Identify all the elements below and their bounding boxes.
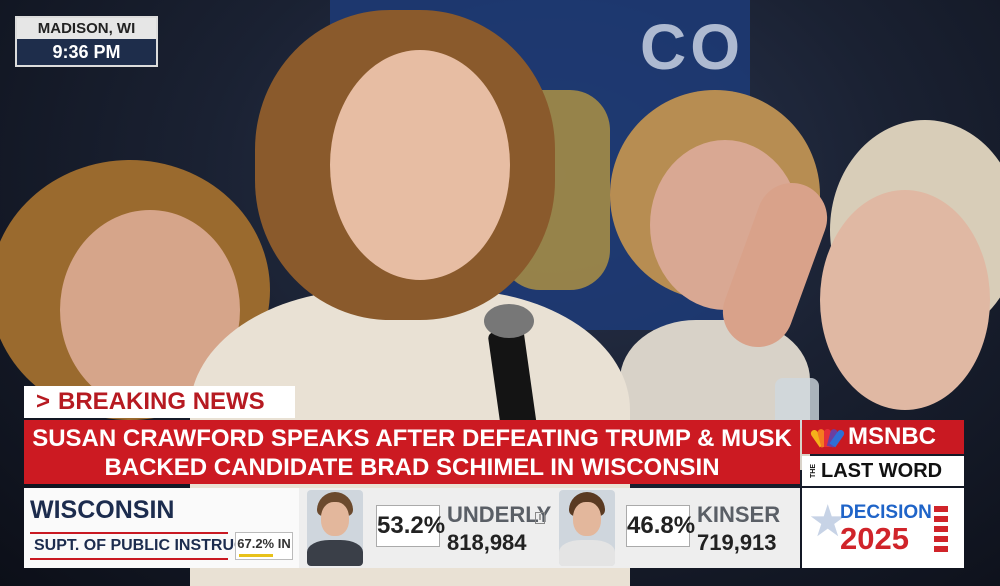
photo-body xyxy=(307,540,363,566)
breaking-news-tag: > BREAKING NEWS xyxy=(24,386,295,418)
chevron-right-icon: > xyxy=(36,388,51,415)
time-label: 9:36 PM xyxy=(17,39,156,65)
candidate-underly: 53.2% UNDERLY I 818,984 xyxy=(299,488,551,568)
show-name: LAST WORD xyxy=(821,459,943,482)
network-name: MSNBC xyxy=(848,423,936,450)
incumbent-badge: I xyxy=(535,512,545,524)
location-clock: MADISON, WI 9:36 PM xyxy=(15,16,158,67)
peacock-icon xyxy=(809,427,846,448)
flag-stripes-icon xyxy=(934,506,948,554)
photo-body xyxy=(559,540,615,566)
election-results-bar: WISCONSIN SUPT. OF PUBLIC INSTRUCTION 67… xyxy=(24,488,800,568)
show-title: THE LAST WORD xyxy=(802,456,964,486)
crowd-person-far-right-face xyxy=(820,190,990,410)
show-prefix: THE xyxy=(810,464,817,478)
race-info: WISCONSIN SUPT. OF PUBLIC INSTRUCTION 67… xyxy=(24,488,299,568)
headline-banner: SUSAN CRAWFORD SPEAKS AFTER DEFEATING TR… xyxy=(24,420,800,484)
race-office: SUPT. OF PUBLIC INSTRUCTION xyxy=(30,532,284,560)
breaking-news-label: BREAKING NEWS xyxy=(58,388,265,415)
headline-line-1: SUSAN CRAWFORD SPEAKS AFTER DEFEATING TR… xyxy=(32,425,792,452)
candidate-votes: 719,913 xyxy=(697,530,777,555)
candidate-votes: 818,984 xyxy=(447,530,527,555)
candidate-kinser: 46.8% KINSER 719,913 xyxy=(551,488,800,568)
race-state: WISCONSIN xyxy=(30,496,175,524)
candidate-percent: 46.8% xyxy=(626,505,695,547)
location-label: MADISON, WI xyxy=(17,18,156,39)
speaker-face xyxy=(330,50,510,280)
reporting-bar xyxy=(239,554,273,557)
headline-line-2: BACKED CANDIDATE BRAD SCHIMEL IN WISCONS… xyxy=(104,454,720,481)
decision-year: 2025 xyxy=(840,521,909,556)
candidate-photo-kinser xyxy=(559,490,615,566)
decision-2025-logo: ★ DECISION 2025 xyxy=(802,488,964,568)
microphone-icon xyxy=(484,304,534,338)
candidate-photo-underly xyxy=(307,490,363,566)
candidate-percent: 53.2% xyxy=(376,505,445,547)
photo-face xyxy=(321,502,349,536)
flag-lettering: CO xyxy=(640,11,744,83)
candidate-name: KINSER xyxy=(697,502,781,527)
photo-face xyxy=(573,502,601,536)
network-logo: MSNBC xyxy=(802,420,964,454)
